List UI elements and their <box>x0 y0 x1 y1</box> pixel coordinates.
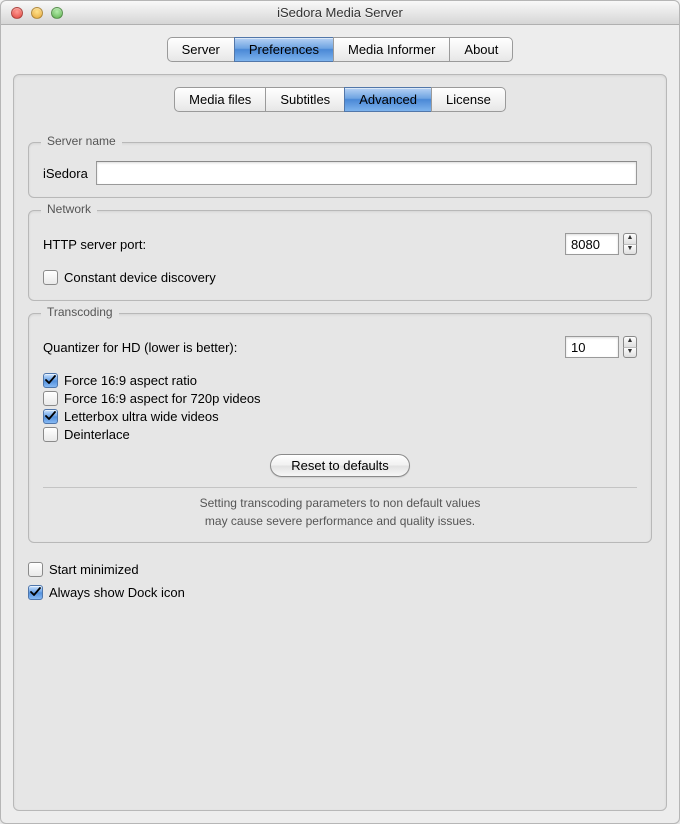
tab-about[interactable]: About <box>449 37 513 62</box>
start-minimized-label: Start minimized <box>49 562 139 577</box>
quantizer-step-up-icon[interactable]: ▲ <box>623 336 637 347</box>
quantizer-stepper: ▲ ▼ <box>623 336 637 358</box>
window-title: iSedora Media Server <box>1 5 679 20</box>
server-name-group: Server name iSedora <box>28 142 652 198</box>
http-port-step-down-icon[interactable]: ▼ <box>623 244 637 256</box>
transcoding-note: Setting transcoding parameters to non de… <box>43 494 637 530</box>
show-dock-icon-label: Always show Dock icon <box>49 585 185 600</box>
force-169-label: Force 16:9 aspect ratio <box>64 373 197 388</box>
transcoding-legend: Transcoding <box>41 305 119 319</box>
constant-discovery-checkbox[interactable] <box>43 270 58 285</box>
letterbox-checkbox[interactable] <box>43 409 58 424</box>
titlebar: iSedora Media Server <box>1 1 679 25</box>
constant-discovery-label: Constant device discovery <box>64 270 216 285</box>
server-name-legend: Server name <box>41 134 122 148</box>
main-tabs: Server Preferences Media Informer About <box>167 37 514 62</box>
http-port-step-up-icon[interactable]: ▲ <box>623 233 637 244</box>
transcoding-note-line1: Setting transcoding parameters to non de… <box>200 496 481 510</box>
tab-license[interactable]: License <box>431 87 506 112</box>
server-name-input[interactable] <box>96 161 637 185</box>
show-dock-icon-checkbox[interactable] <box>28 585 43 600</box>
network-legend: Network <box>41 202 97 216</box>
http-port-stepper: ▲ ▼ <box>623 233 637 255</box>
server-name-label: iSedora <box>43 166 88 181</box>
tab-preferences[interactable]: Preferences <box>234 37 333 62</box>
reset-defaults-button[interactable]: Reset to defaults <box>270 454 410 477</box>
start-minimized-checkbox[interactable] <box>28 562 43 577</box>
zoom-icon[interactable] <box>51 7 63 19</box>
misc-options: Start minimized Always show Dock icon <box>28 559 652 603</box>
tab-media-informer[interactable]: Media Informer <box>333 37 449 62</box>
divider <box>43 487 637 488</box>
quantizer-field: ▲ ▼ <box>565 336 637 358</box>
http-port-input[interactable] <box>565 233 619 255</box>
tab-subtitles[interactable]: Subtitles <box>265 87 344 112</box>
deinterlace-checkbox[interactable] <box>43 427 58 442</box>
force-169-720p-checkbox[interactable] <box>43 391 58 406</box>
http-port-field: ▲ ▼ <box>565 233 637 255</box>
sub-tabs: Media files Subtitles Advanced License <box>174 87 506 112</box>
minimize-icon[interactable] <box>31 7 43 19</box>
force-169-checkbox[interactable] <box>43 373 58 388</box>
quantizer-label: Quantizer for HD (lower is better): <box>43 340 237 355</box>
preferences-panel: Media files Subtitles Advanced License S… <box>13 74 667 811</box>
deinterlace-label: Deinterlace <box>64 427 130 442</box>
network-group: Network HTTP server port: ▲ ▼ <box>28 210 652 301</box>
window: iSedora Media Server Server Preferences … <box>0 0 680 824</box>
traffic-lights <box>1 7 63 19</box>
letterbox-label: Letterbox ultra wide videos <box>64 409 219 424</box>
force-169-720p-label: Force 16:9 aspect for 720p videos <box>64 391 261 406</box>
tab-server[interactable]: Server <box>167 37 234 62</box>
close-icon[interactable] <box>11 7 23 19</box>
transcoding-note-line2: may cause severe performance and quality… <box>205 514 475 528</box>
window-body: Server Preferences Media Informer About … <box>1 25 679 823</box>
http-port-label: HTTP server port: <box>43 237 146 252</box>
quantizer-step-down-icon[interactable]: ▼ <box>623 347 637 359</box>
transcoding-group: Transcoding Quantizer for HD (lower is b… <box>28 313 652 543</box>
quantizer-input[interactable] <box>565 336 619 358</box>
tab-advanced[interactable]: Advanced <box>344 87 431 112</box>
tab-media-files[interactable]: Media files <box>174 87 265 112</box>
